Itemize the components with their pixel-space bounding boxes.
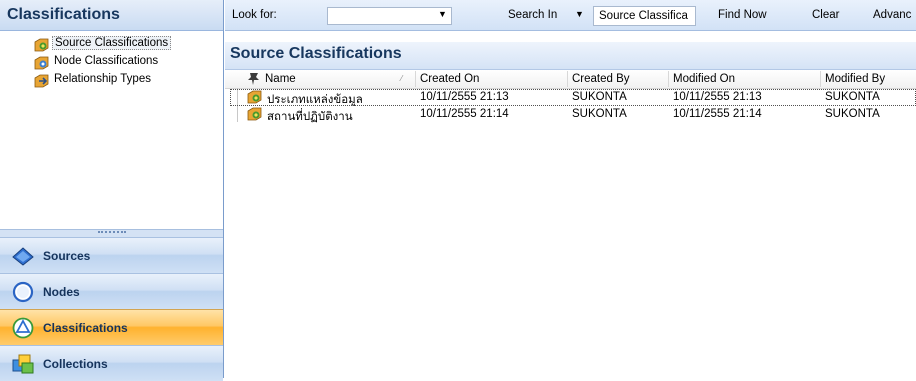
column-divider[interactable] [668, 71, 669, 87]
cell-modified-on: 10/11/2555 21:14 [673, 108, 762, 120]
column-header-name[interactable]: Name [265, 73, 296, 85]
source-classification-icon [247, 107, 262, 124]
sort-ascending-icon: ⁄ [401, 74, 403, 83]
column-divider[interactable] [415, 71, 416, 87]
classification-tree: Source Classifications Node Classificati… [0, 36, 223, 90]
tree-item-label: Node Classifications [54, 55, 159, 67]
tree-item-label: Relationship Types [54, 73, 151, 85]
navigation-pane: Classifications Source Classifications N… [0, 0, 224, 381]
relationship-type-icon [34, 74, 49, 91]
nav-button-label: Nodes [43, 285, 80, 299]
node-classification-icon [34, 56, 49, 73]
splitter-grip [98, 231, 126, 235]
search-in-field[interactable]: Source Classifica [593, 6, 696, 26]
cell-created-on: 10/11/2555 21:14 [420, 108, 509, 120]
find-now-button[interactable]: Find Now [718, 9, 767, 21]
search-in-dropdown-icon[interactable]: ▼ [575, 9, 584, 19]
cell-name: สถานที่ปฏิบัติงาน [267, 111, 353, 123]
pane-splitter[interactable] [0, 229, 223, 237]
nodes-icon [11, 281, 35, 306]
column-header-modified-on[interactable]: Modified On [673, 73, 735, 85]
pin-icon[interactable] [247, 72, 261, 89]
column-header-modified-by[interactable]: Modified By [825, 73, 885, 85]
content-title: Source Classifications [230, 45, 402, 62]
collections-icon [11, 353, 35, 378]
tree-item-relationship-types[interactable]: Relationship Types [0, 72, 223, 90]
classifications-icon [11, 317, 35, 342]
column-divider[interactable] [820, 71, 821, 87]
content-pane: Source Classifications Name ⁄ Created On… [225, 31, 916, 378]
tree-item-node-classifications[interactable]: Node Classifications [0, 54, 223, 72]
table-row[interactable]: ประเภทแหล่งข้อมูล 10/11/2555 21:13 SUKON… [225, 89, 916, 106]
source-classification-icon [34, 38, 49, 55]
column-header-created-by[interactable]: Created By [572, 73, 630, 85]
source-classification-icon [247, 90, 262, 107]
column-divider[interactable] [567, 71, 568, 87]
advanced-find-button[interactable]: Advanc [873, 9, 911, 21]
clear-button[interactable]: Clear [812, 9, 839, 21]
cell-modified-by: SUKONTA [825, 108, 880, 120]
find-toolbar: Look for: ▼ Search In ▼ Source Classific… [225, 0, 916, 31]
table-row[interactable]: สถานที่ปฏิบัติงาน 10/11/2555 21:14 SUKON… [225, 106, 916, 123]
tree-item-label: Source Classifications [52, 36, 172, 50]
list-header: Name ⁄ Created On Created By Modified On… [225, 70, 916, 89]
nav-button-sources[interactable]: Sources [0, 237, 223, 273]
tree-item-source-classifications[interactable]: Source Classifications [0, 36, 223, 54]
look-for-label: Look for: [232, 9, 277, 21]
nav-button-nodes[interactable]: Nodes [0, 273, 223, 309]
cell-created-on: 10/11/2555 21:13 [420, 91, 509, 103]
nav-header: Classifications [0, 0, 223, 31]
classifications-list: Name ⁄ Created On Created By Modified On… [225, 70, 916, 123]
look-for-input[interactable] [327, 7, 452, 25]
nav-button-classifications[interactable]: Classifications [0, 309, 223, 345]
nav-header-title: Classifications [7, 6, 120, 23]
sources-icon [11, 245, 35, 270]
column-header-created-on[interactable]: Created On [420, 73, 479, 85]
cell-created-by: SUKONTA [572, 91, 627, 103]
cell-created-by: SUKONTA [572, 108, 627, 120]
search-in-button[interactable]: Search In [508, 9, 557, 21]
nav-button-label: Collections [43, 357, 108, 371]
nav-button-label: Classifications [43, 321, 128, 335]
search-in-value: Source Classifica [599, 10, 688, 22]
look-for-dropdown-icon[interactable]: ▼ [438, 9, 447, 19]
nav-button-label: Sources [43, 249, 91, 263]
cell-modified-by: SUKONTA [825, 91, 880, 103]
cell-modified-on: 10/11/2555 21:13 [673, 91, 762, 103]
content-title-bar: Source Classifications [225, 42, 916, 70]
nav-button-collections[interactable]: Collections [0, 345, 223, 381]
